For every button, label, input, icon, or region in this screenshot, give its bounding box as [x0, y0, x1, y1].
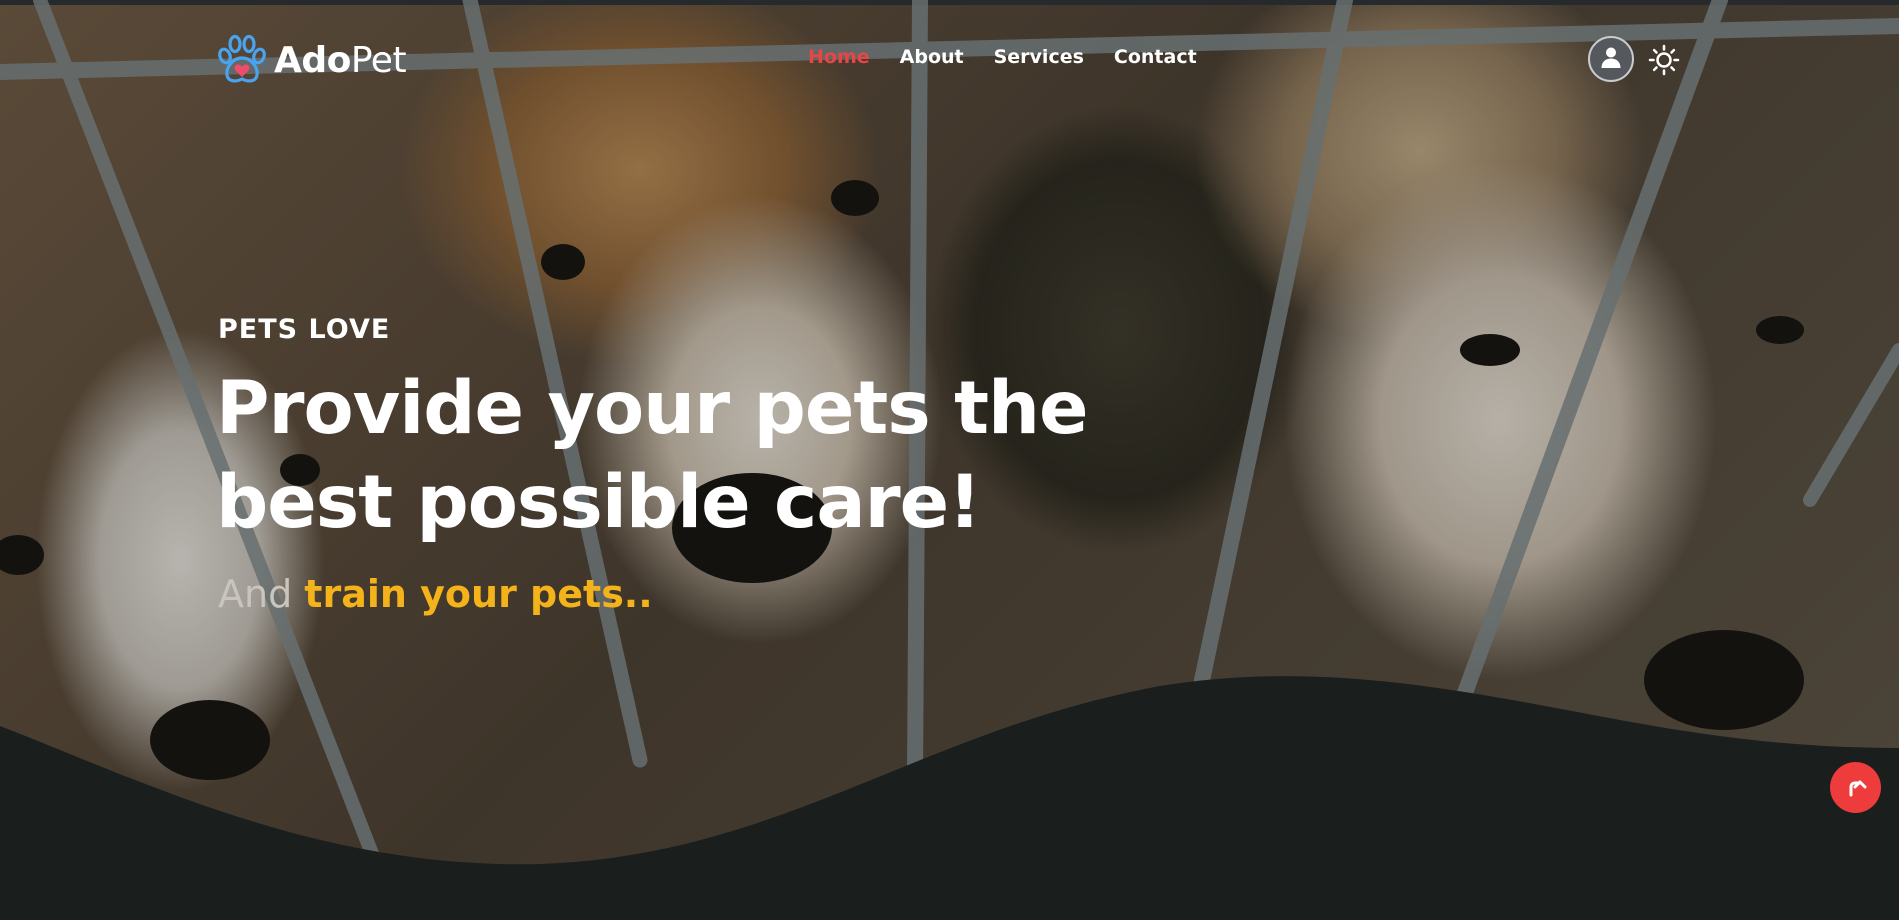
brand-name-light: Pet — [350, 39, 407, 81]
nav-link-about[interactable]: About — [900, 46, 964, 68]
brand-name: AdoPet — [274, 39, 407, 81]
arrow-up-icon — [1845, 775, 1867, 801]
hero-eyebrow: PETS LOVE — [218, 314, 391, 345]
hero-subline-prefix: And — [218, 572, 293, 616]
user-icon — [1599, 45, 1623, 73]
user-account-button[interactable] — [1588, 36, 1634, 82]
top-border — [0, 0, 1899, 5]
theme-toggle-button[interactable] — [1648, 44, 1680, 76]
paw-heart-icon — [216, 34, 268, 86]
main-nav: Home About Services Contact — [808, 46, 1227, 68]
hero-headline-line-2: best possible care! — [216, 460, 981, 545]
hero-subline: And train your pets.. — [218, 572, 653, 616]
nav-link-contact[interactable]: Contact — [1114, 46, 1197, 68]
hero-subline-highlight: train your pets.. — [304, 572, 653, 616]
brand-logo[interactable]: AdoPet — [216, 34, 407, 86]
hero-headline-line-1: Provide your pets the — [216, 366, 1088, 451]
nav-link-home[interactable]: Home — [808, 46, 870, 68]
sun-icon — [1648, 44, 1680, 80]
scroll-to-top-button[interactable] — [1830, 762, 1881, 813]
brand-name-bold: Ado — [274, 39, 351, 81]
bottom-wave — [0, 676, 1899, 920]
hero-headline: Provide your pets the best possible care… — [216, 362, 1116, 550]
nav-link-services[interactable]: Services — [994, 46, 1084, 68]
